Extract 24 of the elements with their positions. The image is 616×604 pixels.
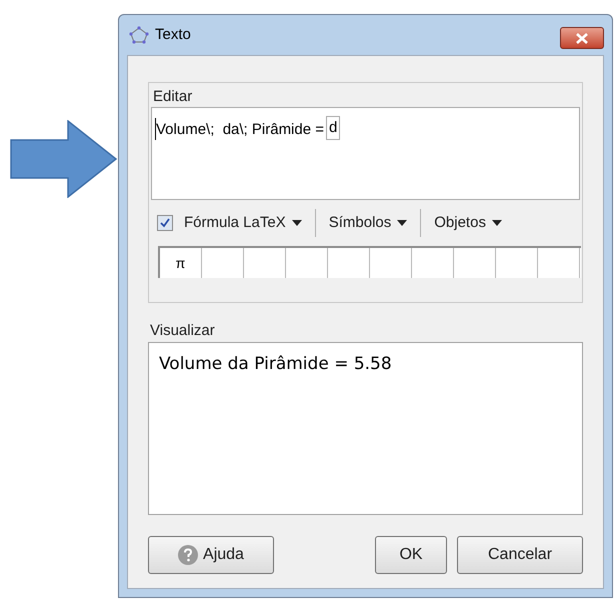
window-title: Texto [155, 24, 191, 45]
formula-input[interactable]: Volume\; da\; Pirâmide = d [151, 107, 580, 200]
preview-text: Volume da Pirâmide = 5.58 [159, 354, 392, 374]
caret-icon [397, 220, 408, 226]
object-box[interactable]: d [326, 116, 340, 140]
latex-checkbox[interactable] [157, 215, 173, 231]
latex-menu[interactable]: Fórmula LaTeX [184, 212, 302, 234]
question-icon [178, 545, 198, 565]
dialog-button[interactable]: Cancelar [457, 536, 583, 574]
caret-icon [492, 220, 502, 226]
formula-text: Volume\; da\; Pirâmide = [156, 120, 324, 140]
arrow-icon [10, 120, 118, 198]
close-button[interactable] [560, 27, 604, 49]
dialog-button[interactable]: OK [375, 536, 447, 574]
help-button[interactable]: Ajuda [148, 536, 274, 574]
caret-icon [292, 220, 302, 226]
check-icon [160, 218, 170, 228]
dropdown-menu[interactable]: Objetos [434, 212, 502, 234]
close-icon [575, 32, 589, 44]
dropdown-menu[interactable]: Símbolos [328, 212, 408, 234]
section-label: Visualizar [149, 321, 216, 341]
symbol-cell[interactable]: π [160, 248, 202, 278]
pentagon-icon [129, 26, 149, 44]
section-label: Editar [152, 87, 194, 107]
